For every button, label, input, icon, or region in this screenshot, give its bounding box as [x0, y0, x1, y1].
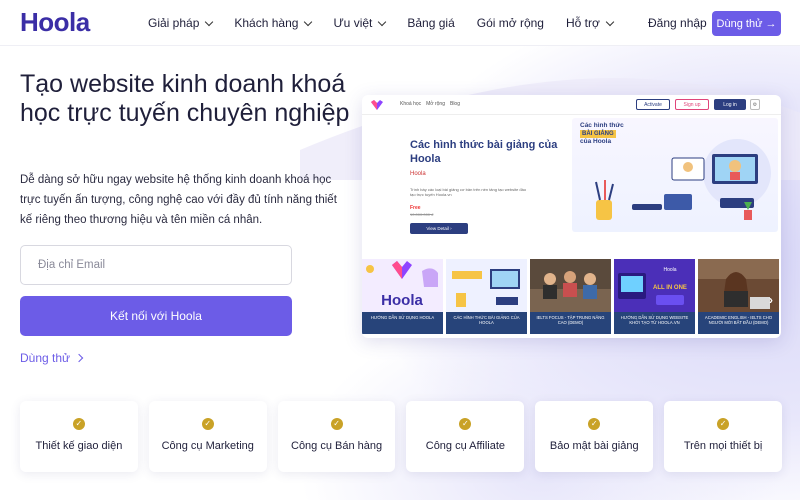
course-thumbnail[interactable]: Hoola HƯỚNG DẪN SỬ DỤNG HOOLA: [362, 259, 443, 334]
connect-button[interactable]: Kết nối với Hoola: [20, 296, 292, 336]
course-thumbnail[interactable]: IELTS FOCUS - TẬP TRUNG NÂNG CAO (DEMO): [530, 259, 611, 334]
preview-settings-icon[interactable]: ⚙: [750, 99, 760, 110]
nav-label: Khách hàng: [234, 16, 299, 30]
feature-card: ✓ Công cụ Marketing: [148, 401, 267, 472]
website-preview: Khoá học Mở rộng Blog Activate Sign up L…: [362, 95, 781, 338]
thumbnail-image: [698, 259, 779, 312]
course-thumbnail[interactable]: ACADEMIC ENGLISH - IELTS CHO NGƯỜI MỚI B…: [698, 259, 779, 334]
hero-description: Dễ dàng sở hữu ngay website hệ thống kin…: [20, 174, 337, 226]
thumbnail-image: [530, 259, 611, 312]
try-free-button[interactable]: Dùng thử →: [712, 11, 781, 36]
preview-activate-button[interactable]: Activate: [636, 99, 670, 110]
preview-login-button[interactable]: Log in: [714, 99, 746, 110]
login-link[interactable]: Đăng nhập: [648, 16, 707, 30]
feature-card: ✓ Thiết kế giao diện: [20, 401, 138, 472]
check-icon: ✓: [459, 418, 472, 430]
nav-label: Gói mở rộng: [476, 16, 544, 30]
preview-price: Free: [410, 205, 421, 211]
try-free-link[interactable]: Dùng thử: [20, 351, 84, 365]
try-free-label: Dùng thử: [716, 17, 763, 30]
feature-label: Công cụ Bán hàng: [291, 440, 383, 452]
chevron-down-icon: [378, 17, 387, 26]
preview-signup-button[interactable]: Sign up: [675, 99, 709, 110]
nav-item-ho-tro[interactable]: Hỗ trợ: [565, 16, 615, 30]
feature-card: ✓ Công cụ Affiliate: [406, 401, 525, 472]
nav-item-giai-phap[interactable]: Giải pháp: [148, 16, 214, 30]
chevron-right-icon[interactable]: ›: [769, 293, 773, 307]
nav-item-goi-mo-rong[interactable]: Gói mở rộng: [477, 16, 544, 30]
check-icon: ✓: [72, 418, 85, 430]
thumbnail-image: Hoola: [362, 259, 443, 312]
course-thumbnail[interactable]: Hoola ALL IN ONE HƯỚNG DẪN SỬ DỤNG WEBSI…: [614, 259, 695, 334]
chevron-down-icon: [605, 17, 615, 26]
preview-course-thumbnails: Hoola HƯỚNG DẪN SỬ DỤNG HOOLA CÁC HÌNH T…: [362, 259, 781, 338]
nav-item-uu-viet[interactable]: Ưu việt: [333, 16, 387, 30]
preview-detail-button[interactable]: View Detail ›: [410, 223, 468, 234]
preview-nav-item[interactable]: Mở rộng: [426, 101, 445, 107]
feature-card: ✓ Công cụ Bán hàng: [277, 401, 396, 472]
check-icon: ✓: [588, 418, 601, 430]
chevron-down-icon: [304, 17, 313, 26]
thumbnail-caption: CÁC HÌNH THỨC BÀI GIẢNG CỦA HOOLA: [446, 312, 527, 334]
feature-label: Thiết kế giao diện: [35, 440, 123, 452]
thumbnail-art-text: Hoola: [381, 292, 423, 309]
features-row: ✓ Thiết kế giao diện ✓ Công cụ Marketing…: [20, 401, 782, 472]
lecture-illustration: [595, 139, 771, 220]
try-free-link-label: Dùng thử: [20, 351, 71, 365]
preview-description: Trình bày các loại bài giảng cơ bản trên…: [410, 187, 527, 197]
chevron-down-icon: [205, 17, 214, 26]
nav-label: Giải pháp: [148, 16, 200, 30]
preview-nav-item[interactable]: Khoá học: [400, 101, 421, 107]
feature-card: ✓ Bảo mật bài giảng: [535, 401, 654, 472]
course-thumbnail[interactable]: CÁC HÌNH THỨC BÀI GIẢNG CỦA HOOLA: [446, 259, 527, 334]
preview-nav: Khoá học Mở rộng Blog: [400, 101, 460, 107]
hero-title: Tạo website kinh doanh khoá học trực tuy…: [20, 70, 350, 127]
thumbnail-caption: ACADEMIC ENGLISH - IELTS CHO NGƯỜI MỚI B…: [698, 312, 779, 334]
email-input[interactable]: [20, 245, 292, 285]
arrow-right-icon: →: [765, 17, 777, 30]
chevron-right-icon: [74, 353, 84, 363]
thumbnail-caption: HƯỚNG DẪN SỬ DỤNG WEBSITE KHỞI TẠO TỪ HO…: [614, 312, 695, 334]
feature-label: Công cụ Marketing: [161, 440, 254, 452]
thumbnail-image: [446, 259, 527, 312]
heart-logo-icon: [371, 100, 383, 110]
thumbnail-caption: IELTS FOCUS - TẬP TRUNG NÂNG CAO (DEMO): [530, 312, 611, 334]
preview-old-price: 10.000.000 đ: [410, 212, 434, 217]
logo[interactable]: Hoola: [20, 7, 90, 38]
check-icon: ✓: [201, 418, 214, 430]
site-header: Hoola Giải pháp Khách hàng Ưu việt Bảng …: [0, 0, 800, 46]
svg-text:Hoola: Hoola: [663, 267, 676, 273]
preview-illustration: Các hình thức BÀI GIẢNG của Hoola: [572, 118, 778, 232]
preview-header: Khoá học Mở rộng Blog Activate Sign up L…: [362, 95, 781, 115]
feature-card: ✓ Trên mọi thiết bị: [664, 401, 782, 472]
feature-label: Bảo mật bài giảng: [549, 440, 639, 452]
preview-brand: Hoola: [410, 171, 426, 177]
nav-item-bang-gia[interactable]: Bảng giá: [407, 16, 454, 30]
feature-label: Công cụ Affiliate: [425, 440, 506, 452]
preview-nav-item[interactable]: Blog: [450, 101, 460, 107]
main-nav: Giải pháp Khách hàng Ưu việt Bảng giá Gó…: [148, 16, 635, 30]
preview-detail-label: View Detail: [426, 226, 449, 231]
thumbnail-art-text: ALL IN ONE: [653, 285, 687, 291]
nav-label: Bảng giá: [407, 16, 455, 30]
nav-label: Hỗ trợ: [565, 16, 600, 30]
check-icon: ✓: [717, 418, 730, 430]
check-icon: ✓: [330, 418, 343, 430]
thumbnail-image: Hoola ALL IN ONE: [614, 259, 695, 312]
feature-label: Trên mọi thiết bị: [683, 440, 763, 452]
preview-title: Các hình thức bài giảng của Hoola: [410, 139, 558, 165]
nav-label: Ưu việt: [333, 16, 373, 30]
thumbnail-caption: HƯỚNG DẪN SỬ DỤNG HOOLA: [362, 312, 443, 334]
nav-item-khach-hang[interactable]: Khách hàng: [234, 16, 313, 30]
